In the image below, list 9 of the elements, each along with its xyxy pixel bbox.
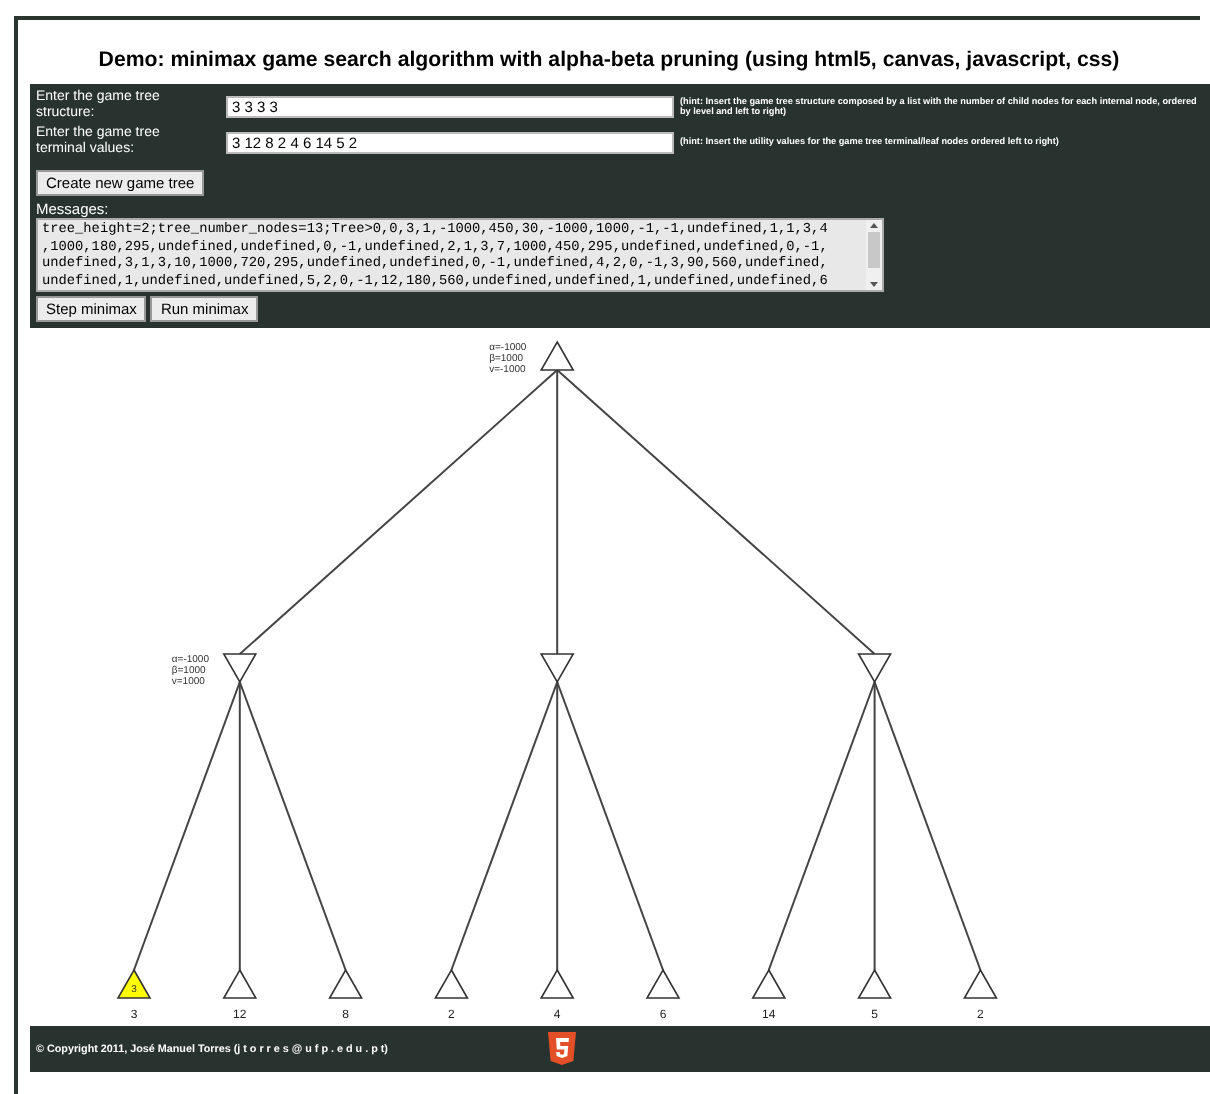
html5-logo-icon [548, 1032, 576, 1066]
scrollbar[interactable] [866, 220, 882, 290]
page-title: Demo: minimax game search algorithm with alpha-beta pruning (using html5, canvas, javascript, css) [96, 46, 1122, 76]
scroll-down-icon[interactable] [868, 280, 880, 290]
scroll-thumb[interactable] [868, 232, 880, 268]
tree-node [222, 653, 258, 684]
tree-node [857, 653, 892, 684]
tree-node [539, 340, 575, 371]
tree-node [539, 653, 575, 684]
